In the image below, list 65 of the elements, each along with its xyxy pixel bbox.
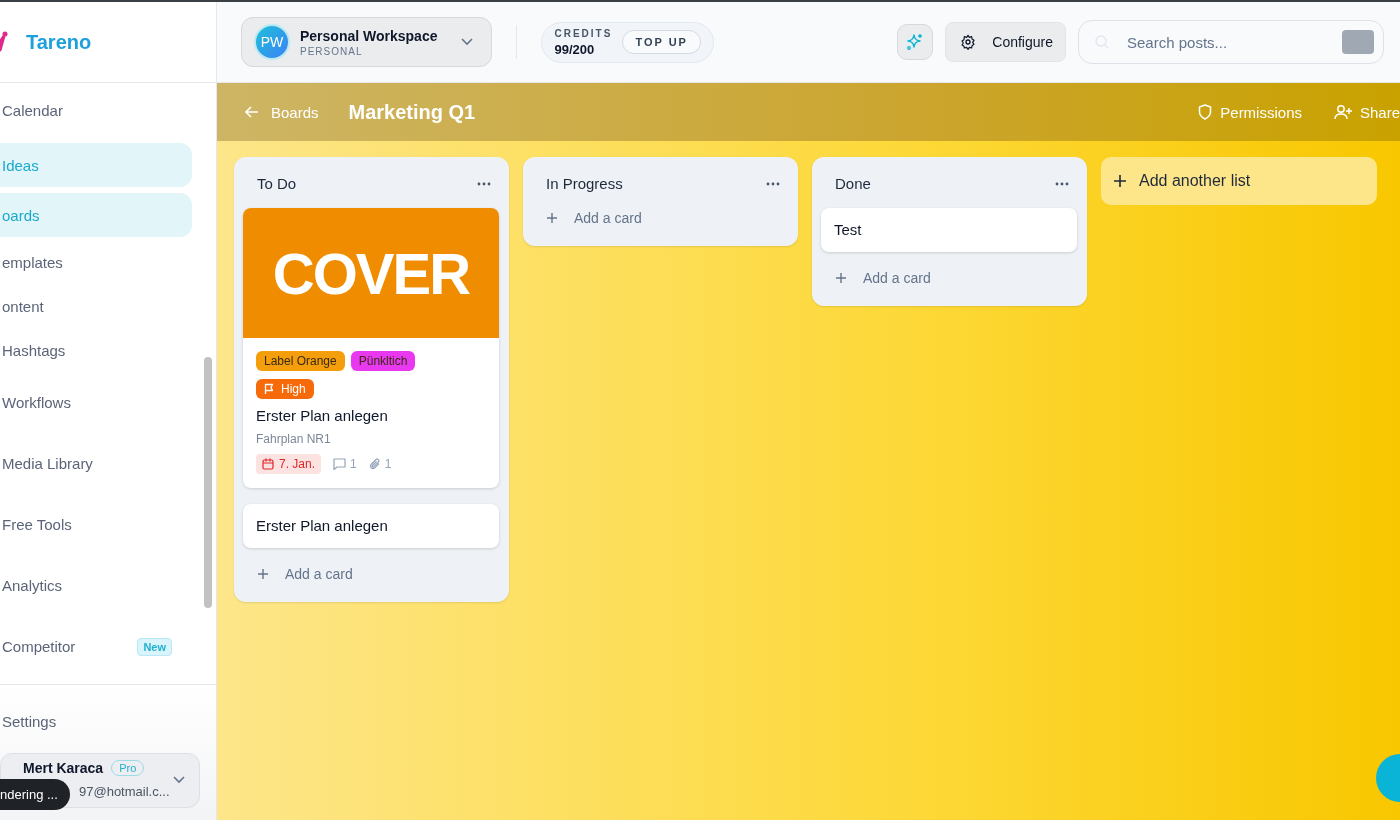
sidebar-item[interactable]: Free Tools — [0, 494, 192, 555]
priority-tag: High — [256, 379, 314, 399]
sidebar-item[interactable]: Media Library — [0, 433, 192, 494]
more-icon[interactable] — [766, 181, 780, 186]
credits-value: 99/200 — [554, 41, 596, 57]
sidebar-item[interactable]: Hashtags — [0, 328, 192, 372]
shortcut-badge — [1342, 30, 1374, 54]
user-name: Mert Karaca — [23, 760, 104, 776]
chevron-down-icon — [173, 775, 185, 784]
sidebar-item[interactable]: Settings — [0, 709, 200, 733]
list-title: In Progress — [546, 175, 623, 192]
shield-icon — [1198, 104, 1213, 120]
list-title: To Do — [257, 175, 297, 192]
task-card[interactable]: COVER Label Orange Pünkltich High Erster Plan anlegen Fahrplan NR1 7. Jan. 1 1 — [243, 208, 499, 488]
more-icon[interactable] — [477, 181, 491, 186]
plus-icon — [1113, 174, 1127, 188]
scrollbar[interactable] — [204, 357, 212, 608]
sidebar-item[interactable]: Workflows — [0, 372, 192, 433]
list-title: Done — [835, 175, 871, 192]
label-tag: Label Orange — [256, 351, 345, 371]
add-list-button[interactable]: Add another list — [1101, 157, 1377, 205]
add-user-icon — [1333, 104, 1352, 120]
plus-icon — [257, 568, 269, 580]
workspace-name: Personal Workspace — [300, 27, 438, 44]
workspace-type: PERSONAL — [300, 45, 364, 57]
more-icon[interactable] — [1055, 181, 1069, 186]
sidebar-item[interactable]: Analytics — [0, 555, 192, 616]
add-card-button[interactable]: Add a card — [821, 268, 931, 296]
settings-icon — [960, 34, 977, 50]
due-date: 7. Jan. — [256, 454, 322, 474]
paperclip-icon — [368, 458, 381, 470]
configure-button[interactable]: Configure — [945, 22, 1066, 62]
label-tag: Pünkltich — [350, 351, 416, 371]
calendar-icon — [262, 458, 274, 470]
comment-icon — [333, 458, 347, 470]
search-field[interactable]: Search posts... — [1078, 20, 1384, 64]
chevron-down-icon — [461, 38, 474, 46]
attachment-count: 1 — [368, 457, 392, 471]
back-arrow-icon — [245, 106, 259, 118]
credits-label: CREDITS — [554, 27, 613, 39]
comment-count: 1 — [333, 457, 357, 471]
add-card-button[interactable]: Add a card — [243, 564, 353, 592]
user-email: 97@hotmail.c... — [79, 784, 170, 799]
top-up-button[interactable]: TOP UP — [622, 30, 701, 54]
avatar: PW — [254, 24, 290, 60]
card-title: Test — [834, 221, 862, 238]
workspace-switcher[interactable]: PW Personal Workspace PERSONAL — [241, 17, 493, 67]
sidebar-item[interactable]: emplates — [0, 240, 192, 284]
board-title: Marketing Q1 — [348, 100, 476, 124]
card-cover: COVER — [243, 208, 499, 338]
task-card[interactable]: Erster Plan anlegen — [243, 504, 499, 548]
sidebar-item[interactable]: Competitor New — [0, 616, 192, 677]
flag-icon — [264, 383, 275, 395]
task-card[interactable]: Test — [821, 208, 1077, 252]
new-badge: New — [137, 637, 172, 656]
brand-name: Tareno — [26, 30, 92, 54]
add-card-button[interactable]: Add a card — [532, 208, 642, 236]
sidebar-item[interactable]: ontent — [0, 284, 192, 328]
card-title: Erster Plan anlegen — [256, 407, 388, 424]
toast: ndering ... — [0, 779, 70, 810]
plus-icon — [835, 272, 847, 284]
sidebar-item[interactable]: Calendar — [0, 98, 192, 122]
card-title: Erster Plan anlegen — [256, 517, 388, 534]
plus-icon — [546, 212, 558, 224]
card-description: Fahrplan NR1 — [256, 432, 331, 446]
